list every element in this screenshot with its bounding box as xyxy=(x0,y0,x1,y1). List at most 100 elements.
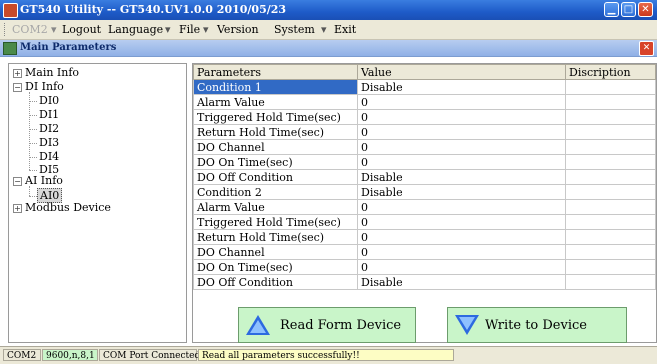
value-cell[interactable]: Disable xyxy=(357,274,566,290)
description-cell xyxy=(565,154,656,170)
exit-menu[interactable]: Exit xyxy=(334,23,356,36)
description-cell xyxy=(565,214,656,230)
tree-connector xyxy=(29,186,30,196)
description-cell xyxy=(565,199,656,215)
collapse-minus-icon[interactable]: − xyxy=(13,83,22,92)
status-bar: COM2 9600,n,8,1 COM Port Connected Read … xyxy=(0,346,657,364)
parameter-cell: DO Off Condition xyxy=(193,274,358,290)
table-row[interactable]: Condition 1 Disable xyxy=(193,79,656,95)
parameter-cell: DO Channel xyxy=(193,139,358,155)
parameter-grid: Parameters Value Discription Condition 1… xyxy=(192,63,657,343)
parameter-cell: Triggered Hold Time(sec) xyxy=(193,214,358,230)
read-button-label: Read Form Device xyxy=(280,318,402,333)
tree-connector xyxy=(29,143,37,144)
value-cell[interactable]: 0 xyxy=(357,259,566,275)
description-cell xyxy=(565,139,656,155)
table-row[interactable]: Alarm Value 0 xyxy=(193,94,656,110)
chevron-down-icon: ▾ xyxy=(51,23,57,36)
status-com-port: COM2 xyxy=(3,349,41,361)
column-header-value[interactable]: Value xyxy=(357,64,566,80)
write-button-label: Write to Device xyxy=(485,318,587,333)
minimize-button[interactable]: ▁ xyxy=(604,2,619,17)
tree-connector xyxy=(29,115,37,116)
table-row[interactable]: Return Hold Time(sec) 0 xyxy=(193,124,656,140)
expand-plus-icon[interactable]: + xyxy=(13,69,22,78)
table-row[interactable]: DO Off Condition Disable xyxy=(193,169,656,185)
description-cell xyxy=(565,244,656,260)
panel-title: Main Parameters xyxy=(20,42,117,53)
file-menu[interactable]: File xyxy=(179,23,200,36)
version-menu[interactable]: Version xyxy=(217,23,259,36)
parameter-cell: Alarm Value xyxy=(193,199,358,215)
maximize-button[interactable]: □ xyxy=(621,2,636,17)
parameter-cell: DO On Time(sec) xyxy=(193,154,358,170)
table-row[interactable]: Return Hold Time(sec) 0 xyxy=(193,229,656,245)
value-cell[interactable]: 0 xyxy=(357,199,566,215)
description-cell xyxy=(565,94,656,110)
language-menu[interactable]: Language xyxy=(108,23,163,36)
parameter-cell: DO Channel xyxy=(193,244,358,260)
window-title: GT540 Utility -- GT540.UV1.0.0 2010/05/2… xyxy=(20,3,287,16)
table-row[interactable]: DO Channel 0 xyxy=(193,244,656,260)
value-cell[interactable]: Disable xyxy=(357,79,566,95)
minimize-icon: ▁ xyxy=(607,4,616,15)
write-to-device-button[interactable]: Write to Device xyxy=(447,307,627,343)
table-row[interactable]: DO On Time(sec) 0 xyxy=(193,154,656,170)
tree-item-di0[interactable]: DI0 xyxy=(39,94,59,107)
description-cell xyxy=(565,229,656,245)
table-row[interactable]: DO On Time(sec) 0 xyxy=(193,259,656,275)
description-cell xyxy=(565,79,656,95)
value-cell[interactable]: 0 xyxy=(357,154,566,170)
tree-item-di4[interactable]: DI4 xyxy=(39,150,59,163)
upload-arrow-icon xyxy=(246,315,270,335)
tree-item-main-info[interactable]: Main Info xyxy=(25,66,79,79)
parameter-tree[interactable]: + Main Info − DI Info DI0 DI1 DI2 DI3 DI… xyxy=(8,63,187,343)
table-row[interactable]: Triggered Hold Time(sec) 0 xyxy=(193,214,656,230)
parameter-cell: DO On Time(sec) xyxy=(193,259,358,275)
parameter-cell: Triggered Hold Time(sec) xyxy=(193,109,358,125)
description-cell xyxy=(565,169,656,185)
status-message: Read all parameters successfully!! xyxy=(198,349,454,361)
system-menu[interactable]: System xyxy=(274,23,315,36)
tree-item-modbus-device[interactable]: Modbus Device xyxy=(25,201,111,214)
value-cell[interactable]: Disable xyxy=(357,184,566,200)
close-button[interactable]: ✕ xyxy=(638,2,653,17)
tree-item-di2[interactable]: DI2 xyxy=(39,122,59,135)
panel-close-button[interactable]: ✕ xyxy=(639,41,654,56)
value-cell[interactable]: 0 xyxy=(357,214,566,230)
table-row[interactable]: Condition 2 Disable xyxy=(193,184,656,200)
table-row[interactable]: Triggered Hold Time(sec) 0 xyxy=(193,109,656,125)
table-row[interactable]: DO Channel 0 xyxy=(193,139,656,155)
column-header-description[interactable]: Discription xyxy=(565,64,656,80)
table-row[interactable]: DO Off Condition Disable xyxy=(193,274,656,290)
tree-connector xyxy=(29,196,37,197)
value-cell[interactable]: 0 xyxy=(357,229,566,245)
maximize-icon: □ xyxy=(623,4,634,15)
read-from-device-button[interactable]: Read Form Device xyxy=(238,307,416,343)
value-cell[interactable]: 0 xyxy=(357,109,566,125)
logout-menu[interactable]: Logout xyxy=(62,23,101,36)
value-cell[interactable]: 0 xyxy=(357,139,566,155)
description-cell xyxy=(565,109,656,125)
description-cell xyxy=(565,274,656,290)
table-row[interactable]: Alarm Value 0 xyxy=(193,199,656,215)
value-cell[interactable]: 0 xyxy=(357,244,566,260)
column-header-parameters[interactable]: Parameters xyxy=(193,64,358,80)
description-cell xyxy=(565,259,656,275)
tree-connector xyxy=(29,101,37,102)
tree-connector xyxy=(29,157,37,158)
toolbar-grip[interactable] xyxy=(4,23,7,36)
tree-item-di-info[interactable]: DI Info xyxy=(25,80,64,93)
tree-item-di1[interactable]: DI1 xyxy=(39,108,59,121)
tree-item-di3[interactable]: DI3 xyxy=(39,136,59,149)
value-cell[interactable]: Disable xyxy=(357,169,566,185)
parameter-cell: Condition 2 xyxy=(193,184,358,200)
value-cell[interactable]: 0 xyxy=(357,124,566,140)
description-cell xyxy=(565,124,656,140)
expand-plus-icon[interactable]: + xyxy=(13,204,22,213)
com-port-menu[interactable]: COM2 xyxy=(12,23,48,36)
description-cell xyxy=(565,184,656,200)
collapse-minus-icon[interactable]: − xyxy=(13,177,22,186)
value-cell[interactable]: 0 xyxy=(357,94,566,110)
tree-item-ai-info[interactable]: AI Info xyxy=(25,174,63,187)
